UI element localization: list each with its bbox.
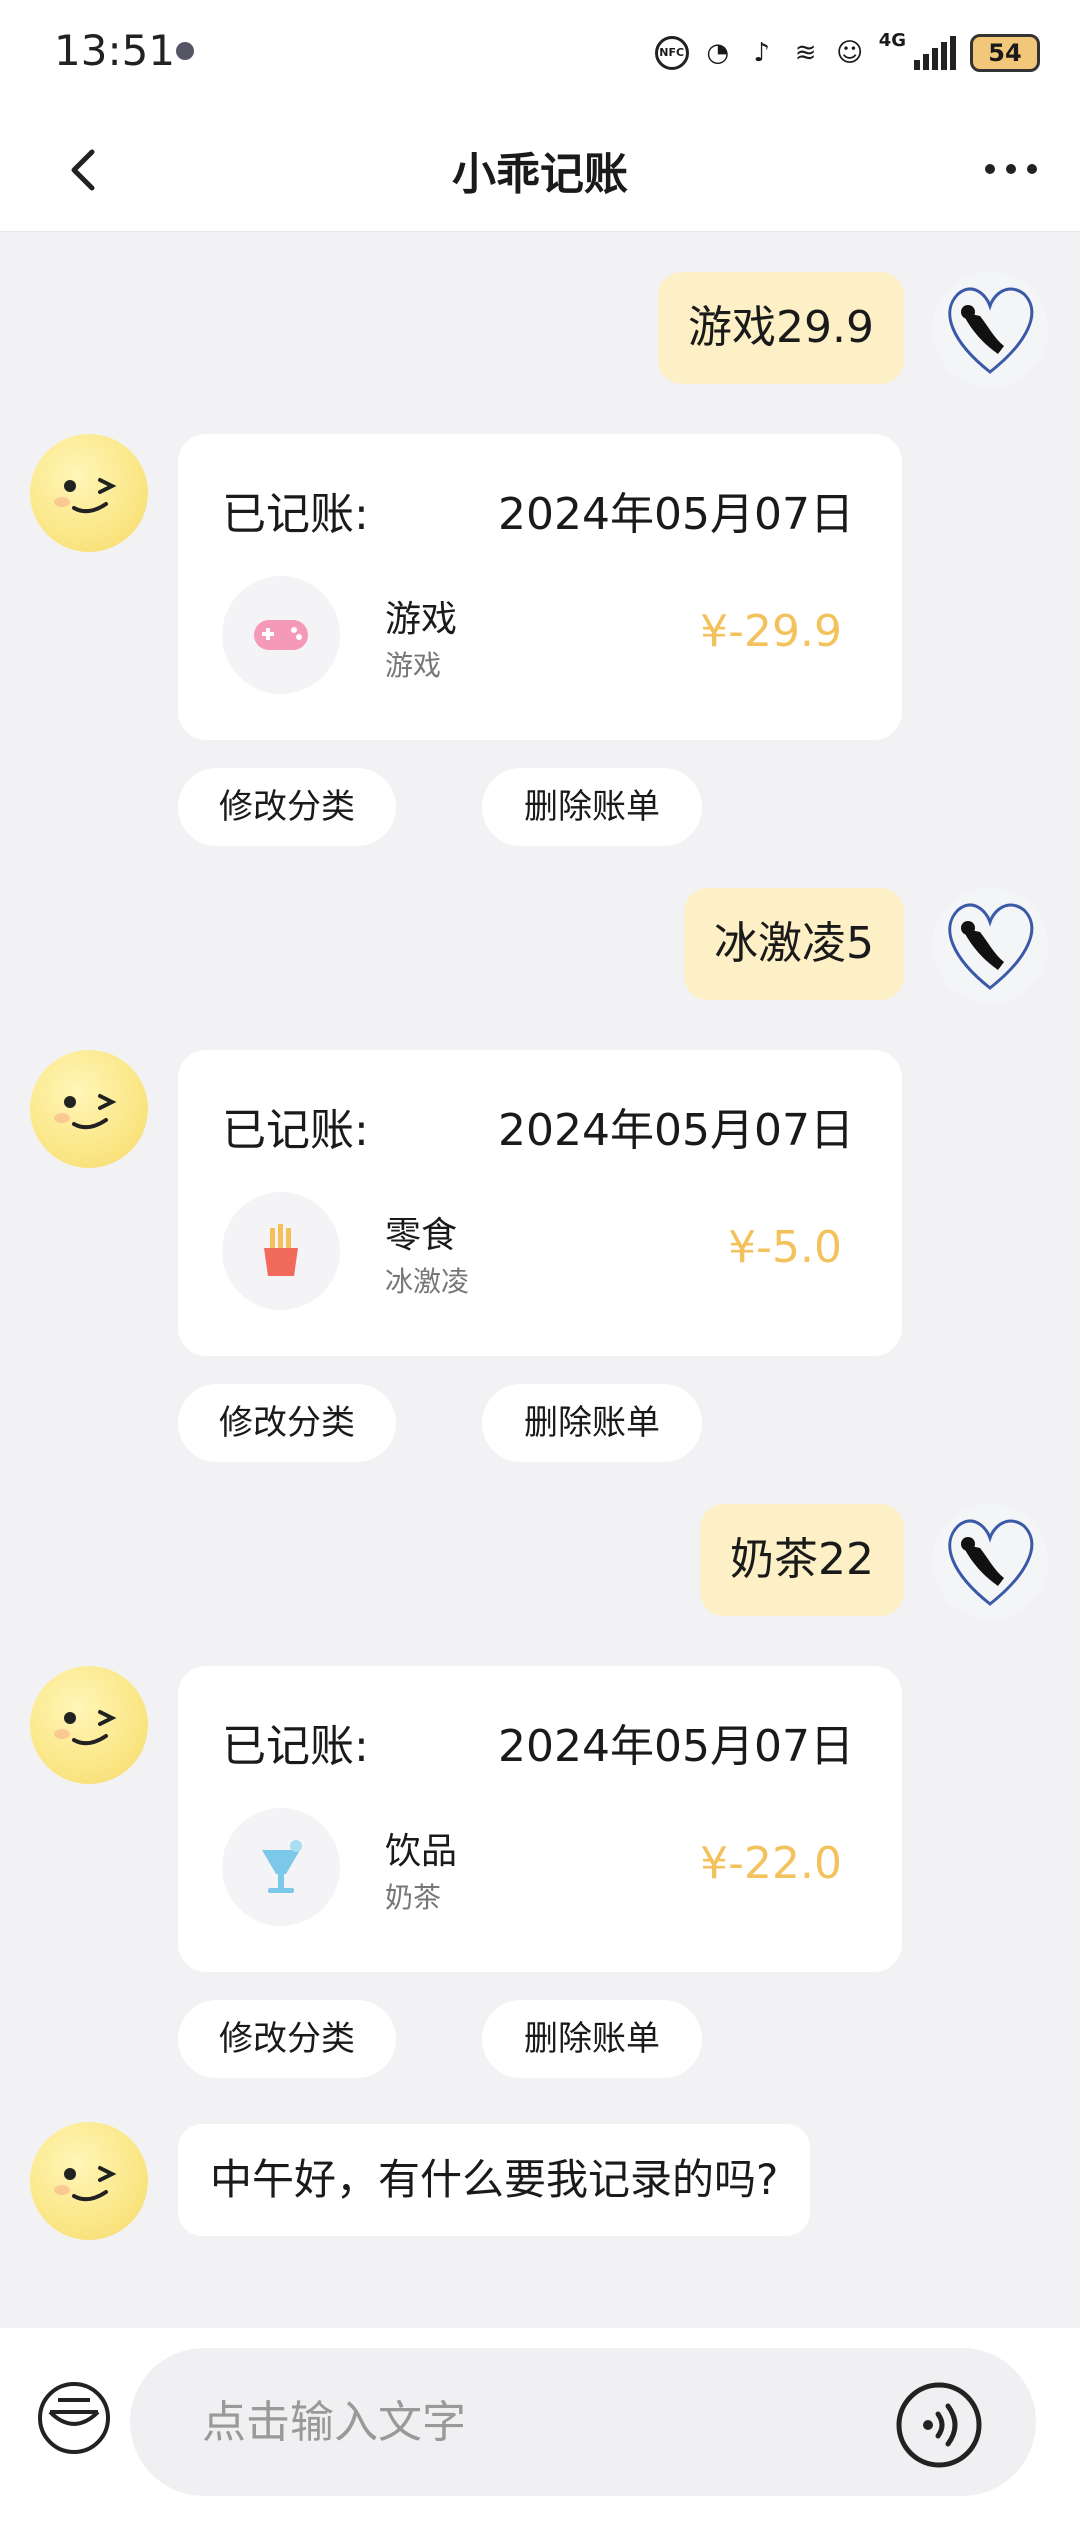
more-dots-icon <box>985 164 1037 174</box>
status-time: 13:51 <box>54 26 176 75</box>
category-icon-wrap <box>222 1808 340 1926</box>
app-header: 小乖记账 <box>0 108 1080 232</box>
vibrate-icon: ≋ <box>794 38 817 68</box>
category-note: 奶茶 <box>385 1881 442 1914</box>
voice-input-button[interactable] <box>894 2380 984 2470</box>
alarm-icon: ◔ <box>706 38 730 68</box>
bot-avatar <box>30 1666 148 1784</box>
user-avatar[interactable] <box>932 1504 1048 1620</box>
fries-icon <box>264 1224 298 1276</box>
record-date: 2024年05月07日 <box>498 489 854 540</box>
wink-face-icon <box>54 478 117 514</box>
wallet-button[interactable] <box>36 2380 112 2456</box>
battery-icon: 54 <box>970 34 1040 72</box>
record-label: 已记账: <box>222 489 369 540</box>
app-notification-icon: ♪ <box>753 38 770 68</box>
user-message: 游戏29.9 <box>658 272 904 384</box>
record-label: 已记账: <box>222 1105 369 1156</box>
category-note: 游戏 <box>385 649 442 682</box>
edit-category-button[interactable]: 修改分类 <box>178 1384 396 1462</box>
category-icon-wrap <box>222 1192 340 1310</box>
record-date: 2024年05月07日 <box>498 1105 854 1156</box>
cat-avatar-icon <box>948 1519 1034 1606</box>
cat-avatar-icon <box>948 287 1034 374</box>
amount: ¥-22.0 <box>700 1838 842 1889</box>
record-card[interactable]: 已记账: 2024年05月07日 游戏 游戏 ¥-29.9 <box>178 434 902 740</box>
user-message: 奶茶22 <box>700 1504 904 1616</box>
user-avatar[interactable] <box>932 272 1048 388</box>
wink-face-icon <box>54 1710 117 1746</box>
page-title: 小乖记账 <box>452 149 628 200</box>
signal-icon <box>914 36 956 70</box>
network-type: 4G <box>878 30 906 51</box>
voice-icon <box>896 2382 982 2468</box>
user-avatar[interactable] <box>932 888 1048 1004</box>
edit-category-button[interactable]: 修改分类 <box>178 768 396 846</box>
status-icons: NFC ◔ ♪ ≋ ☺ 4G 54 <box>654 30 1040 76</box>
drink-icon <box>262 1840 302 1893</box>
record-card[interactable]: 已记账: 2024年05月07日 零食 冰激凌 ¥-5.0 <box>178 1050 902 1356</box>
record-label: 已记账: <box>222 1721 369 1772</box>
category-name: 饮品 <box>385 1831 458 1872</box>
category-name: 游戏 <box>385 599 458 640</box>
bot-greeting-message: 中午好，有什么要我记录的吗? <box>178 2124 811 2236</box>
wink-face-icon <box>54 1094 117 1130</box>
record-card[interactable]: 已记账: 2024年05月07日 饮品 奶茶 ¥-22.0 <box>178 1666 902 1972</box>
delete-bill-button[interactable]: 删除账单 <box>482 2000 702 2078</box>
category-icon-wrap <box>222 576 340 694</box>
delete-bill-button[interactable]: 删除账单 <box>482 1384 702 1462</box>
more-options-button[interactable] <box>976 144 1046 194</box>
bot-avatar <box>30 2122 148 2240</box>
mascot-icon: ☺ <box>836 38 864 68</box>
gamepad-icon <box>254 620 308 650</box>
amount: ¥-29.9 <box>700 606 842 657</box>
user-message: 冰激凌5 <box>684 888 904 1000</box>
wallet-icon <box>38 2382 110 2454</box>
category-name: 零食 <box>385 1215 458 1256</box>
input-bar <box>0 2328 1080 2536</box>
edit-category-button[interactable]: 修改分类 <box>178 2000 396 2078</box>
record-date: 2024年05月07日 <box>498 1721 854 1772</box>
nfc-icon: NFC <box>654 36 689 70</box>
delete-bill-button[interactable]: 删除账单 <box>482 768 702 846</box>
category-note: 冰激凌 <box>385 1265 470 1298</box>
chat-area: 游戏29.9 已记账: 2024年05月07日 游戏 游戏 ¥-29.9 修改分… <box>0 232 1080 2328</box>
cat-avatar-icon <box>948 903 1034 990</box>
status-bar: 13:51 NFC ◔ ♪ ≋ ☺ 4G 54 <box>0 0 1080 108</box>
bot-avatar <box>30 1050 148 1168</box>
wink-face-icon <box>54 2166 117 2202</box>
amount: ¥-5.0 <box>728 1222 842 1273</box>
bot-avatar <box>30 434 148 552</box>
notification-dot-icon <box>176 42 194 60</box>
